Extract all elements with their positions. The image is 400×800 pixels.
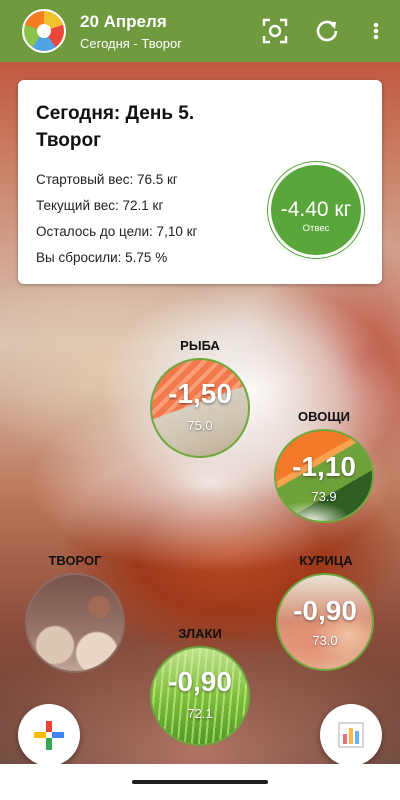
day-vegetables[interactable]: ОВОЩИ -1,10 73.9 xyxy=(274,409,374,523)
day-chicken[interactable]: КУРИЦА -0,90 73.0 xyxy=(276,553,376,673)
day-chicken-image[interactable]: -0,90 73.0 xyxy=(276,573,374,671)
day-fish-image[interactable]: -1,50 75.0 xyxy=(150,358,250,458)
day-grains[interactable]: ЗЛАКИ -0,90 72.1 xyxy=(150,626,250,746)
add-plus-icon xyxy=(34,721,64,750)
day-fish-delta: -1,50 xyxy=(168,378,232,409)
day-title: Сегодня: День 5. Творог xyxy=(36,103,195,151)
home-gesture-handle[interactable] xyxy=(132,780,268,784)
total-loss-value: -4.40 кг xyxy=(280,198,352,221)
statistics-button[interactable] xyxy=(320,704,382,766)
add-button[interactable] xyxy=(18,704,80,766)
app-bar-title: 20 Апреля xyxy=(80,12,167,31)
app-bar: 20 Апреля Сегодня - Творог xyxy=(0,0,400,62)
day-fish[interactable]: РЫБА -1,50 75.0 xyxy=(150,338,250,458)
total-loss-badge: -4.40 кг Отвес xyxy=(268,162,364,258)
app-logo[interactable] xyxy=(22,9,66,53)
lost-percent: Вы сбросили: 5.75 % xyxy=(36,250,168,265)
more-vert-icon[interactable] xyxy=(368,17,384,45)
day-chicken-delta: -0,90 xyxy=(293,595,357,626)
scan-icon[interactable] xyxy=(261,17,289,45)
refresh-icon[interactable] xyxy=(313,17,341,45)
day-curd-image[interactable] xyxy=(25,573,125,673)
bar-chart-icon xyxy=(338,722,364,748)
total-loss-label: Отвес xyxy=(302,223,330,234)
app-bar-subtitle: Сегодня - Творог xyxy=(80,36,182,51)
summary-card: Сегодня: День 5. Творог Стартовый вес: 7… xyxy=(18,80,382,284)
current-weight: Текущий вес: 72.1 кг xyxy=(36,198,164,213)
day-chicken-label: КУРИЦА xyxy=(299,553,353,568)
start-weight: Стартовый вес: 76.5 кг xyxy=(36,172,178,187)
day-vegetables-image[interactable]: -1,10 73.9 xyxy=(274,429,374,523)
day-vegetables-delta: -1,10 xyxy=(292,451,356,482)
day-vegetables-label: ОВОЩИ xyxy=(298,409,350,424)
day-grains-image[interactable]: -0,90 72.1 xyxy=(150,646,250,746)
day-grains-label: ЗЛАКИ xyxy=(178,626,222,641)
day-fish-label: РЫБА xyxy=(180,338,220,353)
system-nav-bar xyxy=(0,764,400,800)
day-curd-label: ТВОРОГ xyxy=(48,553,102,568)
day-grains-delta: -0,90 xyxy=(168,666,232,697)
day-vegetables-weight: 73.9 xyxy=(311,489,337,504)
day-grains-weight: 72.1 xyxy=(187,706,213,721)
day-fish-weight: 75.0 xyxy=(187,418,213,433)
remaining-to-goal: Осталось до цели: 7,10 кг xyxy=(36,224,198,239)
day-chicken-weight: 73.0 xyxy=(312,633,338,648)
day-curd[interactable]: ТВОРОГ xyxy=(25,553,125,673)
